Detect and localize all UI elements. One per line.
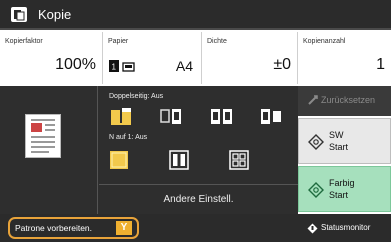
doppelseitig-label: Doppelseitig: Aus <box>109 93 164 100</box>
color-start-label: Farbig Start <box>329 178 355 200</box>
n-auf-1-label: N auf 1: Aus <box>109 134 148 141</box>
kopienanzahl-label: Kopienanzahl <box>303 38 346 45</box>
kopierfaktor-cell[interactable]: Kopierfaktor 100% <box>0 32 103 84</box>
kopienanzahl-cell[interactable]: Kopienanzahl 1 <box>298 32 391 84</box>
duplex-1-to-1-icon[interactable] <box>109 106 135 128</box>
reset-button[interactable]: Zurücksetzen <box>298 86 391 116</box>
copy-app-icon <box>11 7 27 22</box>
andere-einstellungen-button[interactable]: Andere Einstell. <box>99 184 298 214</box>
n-up-4-in-1-icon[interactable] <box>229 150 249 170</box>
yellow-toner-badge: Y <box>116 221 132 235</box>
title-bar: Kopie <box>0 0 391 30</box>
status-monitor-button[interactable]: Statusmonitor <box>298 214 391 242</box>
start-diamond-icon <box>308 134 324 150</box>
color-start-button[interactable]: Farbig Start <box>298 166 391 212</box>
n-up-off-icon[interactable] <box>109 150 129 170</box>
n-up-options <box>107 148 295 176</box>
options-panel: Doppelseitig: Aus N auf 1: Aus Andere Ei… <box>0 86 298 214</box>
reset-icon <box>308 95 318 105</box>
status-monitor-label: Statusmonitor <box>321 223 371 232</box>
start-diamond-icon <box>308 182 324 198</box>
page-title: Kopie <box>38 7 72 22</box>
kopienanzahl-value: 1 <box>376 56 385 73</box>
kopierfaktor-value: 100% <box>55 56 96 73</box>
duplex-2-to-2-icon[interactable] <box>209 106 235 128</box>
duplex-2-to-1-icon[interactable] <box>259 106 285 128</box>
svg-text:1: 1 <box>112 63 117 72</box>
n-up-2-in-1-icon[interactable] <box>169 150 189 170</box>
action-column: Zurücksetzen SW Start Farbig Start Statu… <box>298 86 391 242</box>
status-monitor-icon <box>307 223 318 234</box>
bw-start-label: SW Start <box>329 130 349 152</box>
kopierfaktor-label: Kopierfaktor <box>5 38 43 45</box>
papier-value: A4 <box>175 58 193 74</box>
copy-screen: Kopie Kopierfaktor 100% Papier 1 A4 Dich… <box>0 0 391 242</box>
reset-label: Zurücksetzen <box>321 95 376 105</box>
settings-info-row: Kopierfaktor 100% Papier 1 A4 Dichte ±0 … <box>0 32 391 84</box>
dichte-value: ±0 <box>273 56 291 73</box>
document-preview <box>0 86 98 214</box>
dichte-cell[interactable]: Dichte ±0 <box>202 32 298 84</box>
paper-icons: 1 <box>109 59 139 77</box>
papier-label: Papier <box>108 38 129 45</box>
status-message-text: Patrone vorbereiten. <box>15 223 93 233</box>
copy-options: Doppelseitig: Aus N auf 1: Aus Andere Ei… <box>99 86 298 214</box>
tray-icon <box>122 62 135 72</box>
duplex-options <box>107 106 295 130</box>
bw-start-button[interactable]: SW Start <box>298 118 391 164</box>
document-preview-icon <box>25 114 61 158</box>
status-bar: Patrone vorbereiten. Y <box>0 214 298 242</box>
papier-cell[interactable]: Papier 1 A4 <box>103 32 202 84</box>
dichte-label: Dichte <box>207 38 227 45</box>
page-icon: 1 <box>109 60 119 72</box>
duplex-1-to-2-icon[interactable] <box>159 106 185 128</box>
status-message[interactable]: Patrone vorbereiten. Y <box>8 217 139 239</box>
